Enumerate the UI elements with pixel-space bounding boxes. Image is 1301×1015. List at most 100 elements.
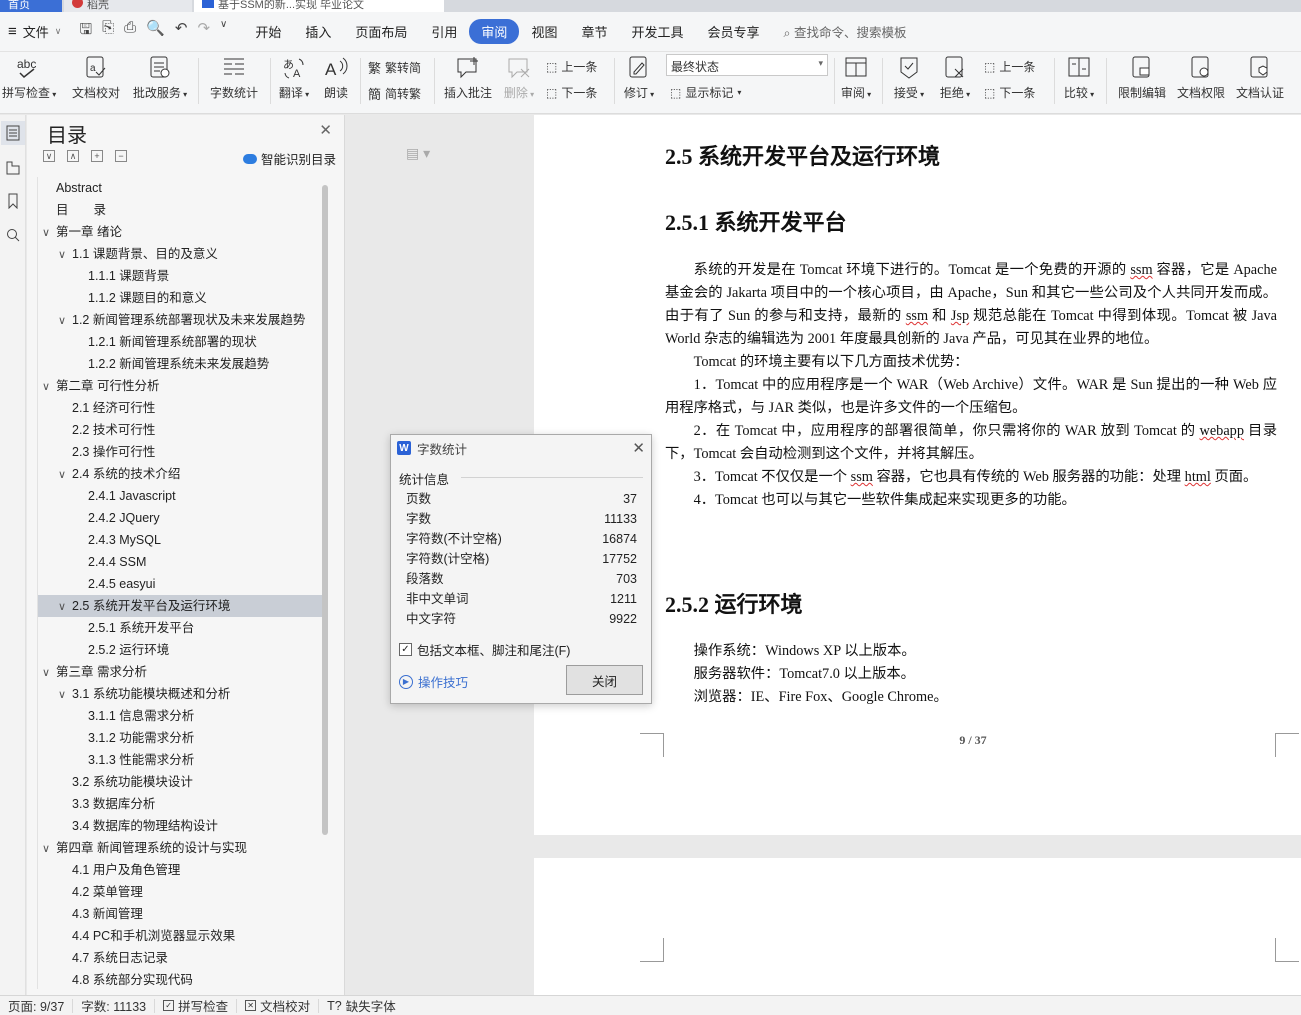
show-markup-button[interactable]: ⬚ 显示标记 ▾ (670, 84, 741, 101)
toc-item[interactable]: 1.2.1 新闻管理系统部署的现状 (38, 331, 323, 353)
insert-comment-button[interactable]: 插入批注 (440, 52, 496, 108)
close-button[interactable]: 关闭 (566, 665, 643, 695)
save-icon[interactable]: 🖫 (79, 19, 92, 44)
toc-item[interactable]: 2.4.5 easyui (38, 573, 323, 595)
document-page-next[interactable] (534, 858, 1301, 995)
toc-item[interactable]: ∨ 2.4 系统的技术介绍 (38, 463, 323, 485)
doc-settings-icon[interactable]: ▤ ▾ (406, 145, 430, 162)
expand-toggle-icon[interactable]: ∨ (42, 222, 56, 243)
expand-toggle-icon[interactable]: ∨ (58, 464, 72, 485)
toc-item[interactable]: 2.4.1 Javascript (38, 485, 323, 507)
toc-item[interactable]: 2.4.2 JQuery (38, 507, 323, 529)
toc-item[interactable]: Abstract (38, 177, 323, 199)
accept-button[interactable]: 接受 ▾ (890, 52, 928, 108)
toc-item[interactable]: 1.1.2 课题目的和意义 (38, 287, 323, 309)
track-changes-button[interactable]: 修订 ▾ (620, 52, 658, 108)
dialog-titlebar[interactable]: W 字数统计 ✕ (391, 435, 651, 461)
toc-item[interactable]: 3.4 数据库的物理结构设计 (38, 815, 323, 837)
chapter-nav-icon[interactable] (1, 155, 25, 179)
close-icon[interactable]: ✕ (319, 121, 332, 139)
menu-tab[interactable]: 页面布局 (343, 19, 419, 44)
menu-tab[interactable]: 插入 (293, 19, 343, 44)
compare-button[interactable]: 比较 ▾ (1060, 52, 1098, 108)
prev-change-button[interactable]: ⬚ 上一条 (984, 58, 1035, 75)
include-textbox-checkbox[interactable]: ✓ 包括文本框、脚注和尾注(F) (399, 640, 570, 659)
command-search[interactable]: ⌕ 查找命令、搜索模板 (784, 22, 907, 41)
tab-document[interactable]: 基于SSM的新...实现 毕业论文 (194, 0, 444, 12)
redo-icon[interactable]: ↷ (197, 19, 210, 44)
word-count-indicator[interactable]: 字数: 11133 (73, 998, 156, 1014)
toc-item[interactable]: ∨ 第一章 绪论 (38, 221, 323, 243)
toc-panel-icon[interactable] (1, 121, 25, 145)
simp-to-trad-button[interactable]: 簡简转繁 (368, 84, 421, 103)
print-preview-icon[interactable]: 🔍 (146, 19, 165, 44)
add-heading-icon[interactable]: + (91, 150, 103, 162)
toc-item[interactable]: 2.4.4 SSM (38, 551, 323, 573)
delete-comment-button[interactable]: 删除 ▾ (500, 52, 538, 108)
tips-link[interactable]: ▶ 操作技巧 (399, 672, 468, 691)
toc-item[interactable]: 4.7 系统日志记录 (38, 947, 323, 969)
toc-item[interactable]: 4.2 菜单管理 (38, 881, 323, 903)
expand-up-icon[interactable]: ∧ (67, 150, 79, 162)
toc-item[interactable]: ∨ 2.5 系统开发平台及运行环境 (38, 595, 323, 617)
toc-item[interactable]: 2.4.3 MySQL (38, 529, 323, 551)
collapse-all-icon[interactable]: ∨ (43, 150, 55, 162)
toc-item[interactable]: 2.5.2 运行环境 (38, 639, 323, 661)
toc-item[interactable]: 2.2 技术可行性 (38, 419, 323, 441)
expand-toggle-icon[interactable]: ∨ (58, 244, 72, 265)
restrict-editing-button[interactable]: 限制编辑 (1114, 52, 1170, 108)
next-change-button[interactable]: ⬚ 下一条 (984, 84, 1035, 101)
menu-tab[interactable]: 视图 (519, 19, 569, 44)
expand-toggle-icon[interactable]: ∨ (42, 838, 56, 859)
doc-proof-status[interactable]: ✕ 文档校对 (237, 998, 320, 1014)
toc-item[interactable]: 1.1.1 课题背景 (38, 265, 323, 287)
page-indicator[interactable]: 页面: 9/37 (0, 998, 74, 1014)
doc-certify-button[interactable]: 文档认证 (1232, 52, 1288, 108)
spellcheck-button[interactable]: abc 拼写检查 ▾ (2, 52, 56, 108)
next-comment-button[interactable]: ⬚ 下一条 (546, 84, 597, 101)
search-icon[interactable] (1, 223, 25, 247)
toc-item[interactable]: 1.2.2 新闻管理系统未来发展趋势 (38, 353, 323, 375)
expand-toggle-icon[interactable]: ∨ (58, 596, 72, 617)
remove-heading-icon[interactable]: − (115, 150, 127, 162)
toc-item[interactable]: 3.1.3 性能需求分析 (38, 749, 323, 771)
qat-more-icon[interactable]: ∨ (220, 19, 227, 44)
export-pdf-icon[interactable]: ⎘ (102, 19, 114, 44)
expand-toggle-icon[interactable]: ∨ (58, 310, 72, 331)
toc-item[interactable]: 4.3 新闻管理 (38, 903, 323, 925)
toc-item[interactable]: ∨ 第三章 需求分析 (38, 661, 323, 683)
menu-tab[interactable]: 会员专享 (695, 19, 771, 44)
menu-tab[interactable]: 开始 (243, 19, 293, 44)
review-pane-button[interactable]: 审阅 ▾ (838, 52, 874, 108)
batch-service-button[interactable]: 批改服务 ▾ (130, 52, 190, 108)
tab-docer[interactable]: 稻壳 (64, 0, 192, 12)
word-count-button[interactable]: 字数统计 (206, 52, 262, 108)
expand-toggle-icon[interactable]: ∨ (58, 684, 72, 705)
toc-item[interactable]: 目 录 (38, 199, 323, 221)
toc-item[interactable]: 2.5.1 系统开发平台 (38, 617, 323, 639)
toc-item[interactable]: ∨ 第二章 可行性分析 (38, 375, 323, 397)
doc-proof-button[interactable]: a 文档校对 (70, 52, 122, 108)
prev-comment-button[interactable]: ⬚ 上一条 (546, 58, 597, 75)
toc-item[interactable]: ∨ 第四章 新闻管理系统的设计与实现 (38, 837, 323, 859)
menu-tab[interactable]: 引用 (419, 19, 469, 44)
toc-item[interactable]: 4.1 用户及角色管理 (38, 859, 323, 881)
toc-item[interactable]: 3.1.2 功能需求分析 (38, 727, 323, 749)
tab-home[interactable]: 首页 (0, 0, 62, 12)
toc-scrollbar[interactable] (322, 185, 328, 835)
expand-toggle-icon[interactable]: ∨ (42, 376, 56, 397)
toc-item[interactable]: 3.3 数据库分析 (38, 793, 323, 815)
doc-rights-button[interactable]: 文档权限 (1174, 52, 1228, 108)
menu-tab[interactable]: 章节 (569, 19, 619, 44)
reject-button[interactable]: 拒绝 ▾ (936, 52, 974, 108)
undo-icon[interactable]: ↶ (175, 19, 188, 44)
missing-font-status[interactable]: T? 缺失字体 (319, 999, 404, 1015)
toc-item[interactable]: 4.4 PC和手机浏览器显示效果 (38, 925, 323, 947)
print-icon[interactable]: ⎙ (124, 19, 136, 44)
toc-item[interactable]: 2.3 操作可行性 (38, 441, 323, 463)
menu-tab[interactable]: 审阅 (469, 19, 520, 44)
toc-item[interactable]: 2.1 经济可行性 (38, 397, 323, 419)
bookmark-icon[interactable] (1, 189, 25, 213)
spellcheck-status[interactable]: ✓ 拼写检查 (155, 998, 238, 1014)
toc-item[interactable]: 3.1.1 信息需求分析 (38, 705, 323, 727)
